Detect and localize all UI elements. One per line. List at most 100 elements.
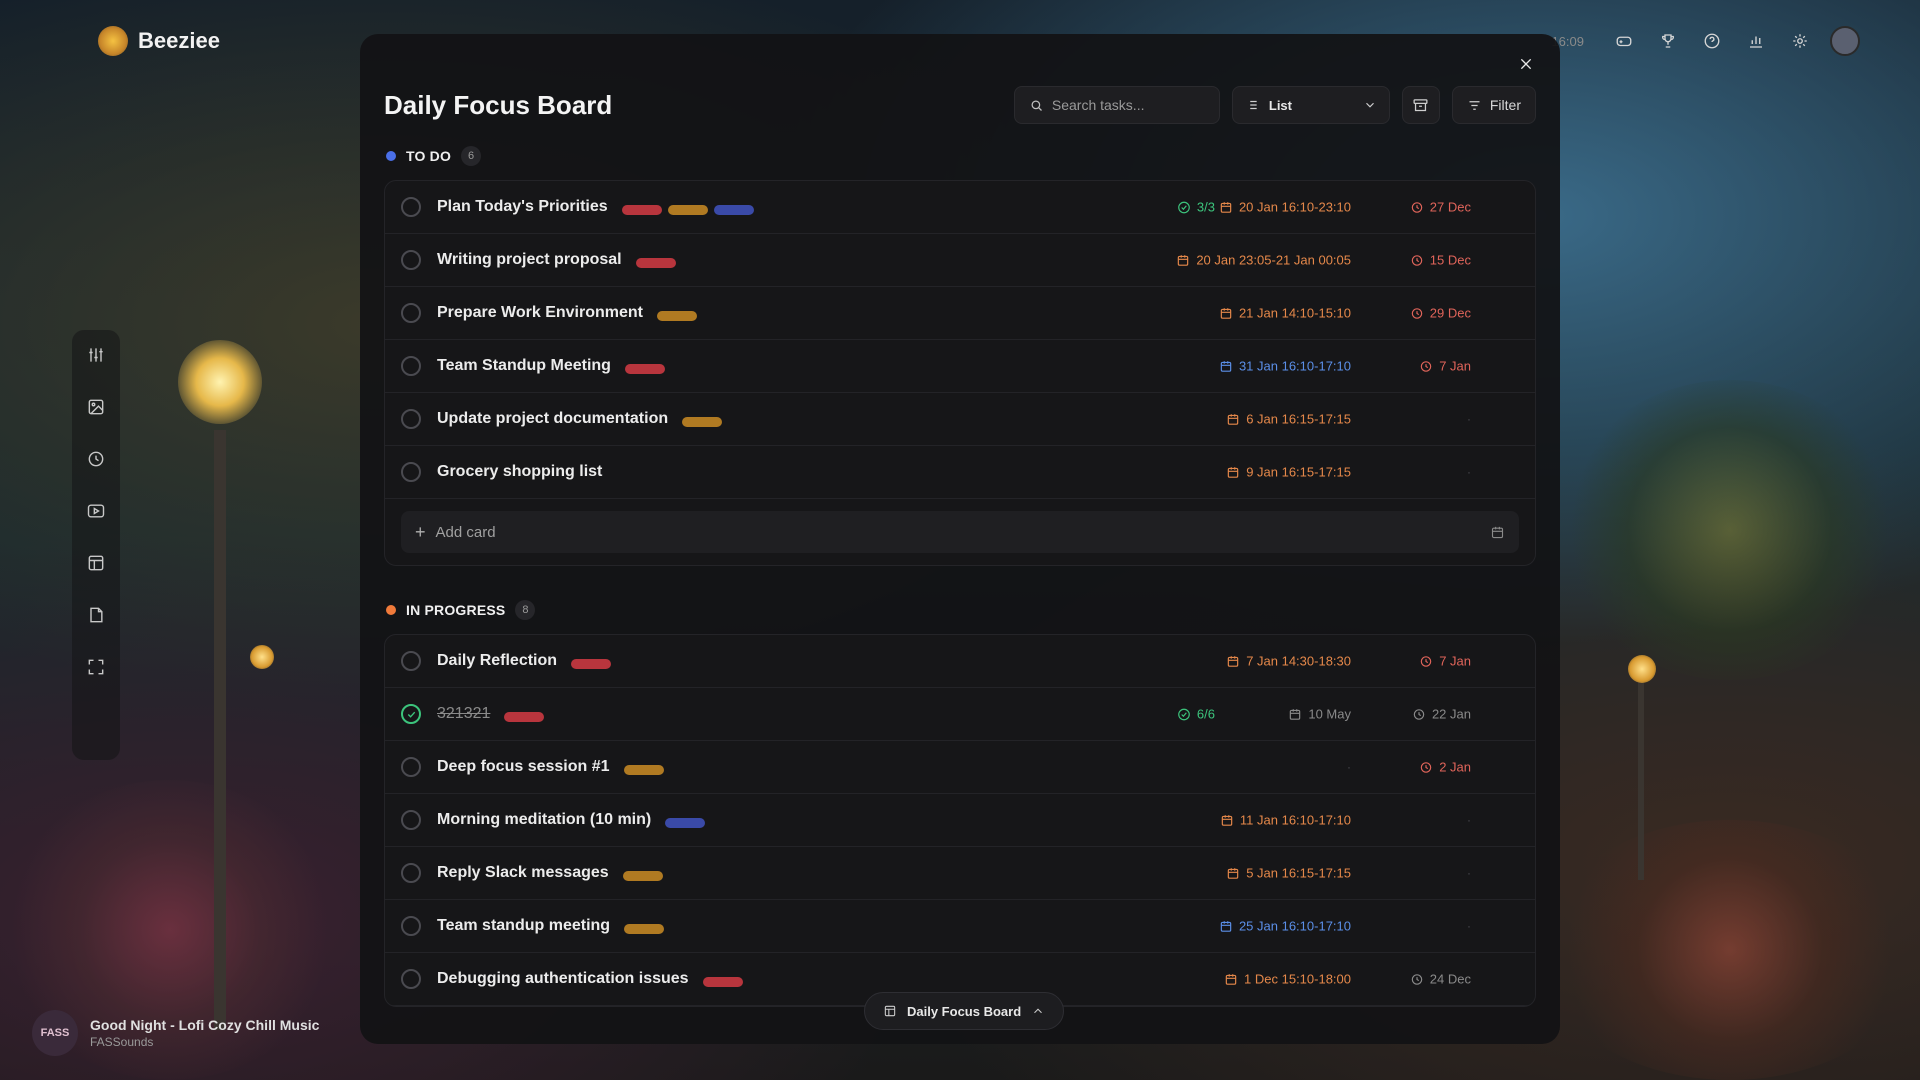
top-toolbar: 16:09 [1551,26,1860,56]
task-title: Grocery shopping list [437,463,603,480]
help-icon[interactable] [1698,27,1726,55]
task-row[interactable]: Prepare Work Environment 21 Jan 14:10-15:… [385,287,1535,340]
tag-red[interactable] [504,712,545,722]
calendar-icon [1290,708,1301,720]
task-schedule[interactable]: 1 Dec 15:10-18:00 [1224,972,1351,987]
task-schedule[interactable]: 20 Jan 16:10-23:10 [1219,200,1351,215]
brand[interactable]: Beeziee [98,26,220,56]
tag-red[interactable] [702,977,743,987]
background-lamp-post [1638,680,1644,880]
tag-amber[interactable] [656,311,697,321]
task-due-date[interactable]: 29 Dec [1410,306,1471,321]
task-row[interactable]: Plan Today's Priorities 3/3 20 Jan 16:10-2… [385,181,1535,234]
task-title: Update project documentation [437,410,669,427]
tag-red[interactable] [571,659,612,669]
gear-icon[interactable] [1786,27,1814,55]
task-due-date[interactable]: 7 Jan [1419,654,1471,669]
task-schedule[interactable]: 21 Jan 14:10-15:10 [1219,306,1351,321]
task-row[interactable]: 321321 6/6 10 May 22 Jan [385,688,1535,741]
trophy-icon[interactable] [1654,27,1682,55]
task-checkbox[interactable] [401,303,421,323]
image-icon[interactable] [83,394,109,420]
task-title: Team standup meeting [437,917,611,934]
task-due-date[interactable]: 7 Jan [1419,359,1471,374]
clock-icon [1420,655,1432,667]
note-icon[interactable] [83,602,109,628]
task-checkbox[interactable] [401,969,421,989]
task-due-date[interactable]: 15 Dec [1410,253,1471,268]
task-schedule[interactable]: 9 Jan 16:15-17:15 [1226,465,1351,480]
task-checkbox[interactable] [401,863,421,883]
clock-icon [1411,973,1423,985]
task-schedule[interactable]: 25 Jan 16:10-17:10 [1219,919,1351,934]
task-checkbox[interactable] [401,810,421,830]
task-due-date[interactable]: 2 Jan [1419,760,1471,775]
add-card-button[interactable]: + Add card [401,511,1519,553]
task-schedule[interactable]: 5 Jan 16:15-17:15 [1226,866,1351,881]
filter-button[interactable]: Filter [1451,86,1536,124]
search-input[interactable]: Search tasks... [1013,86,1220,124]
task-schedule[interactable]: 10 May [1288,707,1351,722]
task-row[interactable]: Morning meditation (10 min) 11 Jan 16:10-… [385,794,1535,847]
task-row[interactable]: Daily Reflection 7 Jan 14:30-18:30 7 Jan [385,635,1535,688]
task-due-date[interactable]: 22 Jan [1412,707,1471,722]
task-checkbox[interactable] [401,651,421,671]
tag-blue[interactable] [665,818,706,828]
tag-red[interactable] [635,258,676,268]
task-checkbox[interactable] [401,409,421,429]
task-row[interactable]: Update project documentation 6 Jan 16:15-… [385,393,1535,446]
task-due-date[interactable]: 27 Dec [1410,200,1471,215]
tag-red[interactable] [624,364,665,374]
task-checkbox[interactable] [401,757,421,777]
gamepad-icon[interactable] [1610,27,1638,55]
view-select[interactable]: List [1231,86,1390,124]
tag-amber[interactable] [624,924,665,934]
tag-amber[interactable] [682,417,723,427]
background-lamp-post [214,430,226,1030]
task-due-date[interactable]: 24 Dec [1410,972,1471,987]
task-row[interactable]: Deep focus session #1 · 2 Jan [385,741,1535,794]
task-schedule[interactable]: 20 Jan 23:05-21 Jan 00:05 [1176,253,1351,268]
music-player[interactable]: FASS Good Night - Lofi Cozy Chill Music … [32,1010,319,1056]
clock-icon [1420,761,1432,773]
task-title: Debugging authentication issues [437,970,689,987]
chevron-up-icon [1034,1008,1043,1014]
task-checkbox[interactable] [401,462,421,482]
task-row[interactable]: Grocery shopping list 9 Jan 16:15-17:15 · [385,446,1535,499]
task-row[interactable]: Writing project proposal 20 Jan 23:05-21 … [385,234,1535,287]
calendar-icon [1227,466,1239,478]
task-checkbox[interactable] [401,197,421,217]
calendar-icon [1220,201,1232,213]
board-icon[interactable] [83,550,109,576]
task-schedule[interactable]: 7 Jan 14:30-18:30 [1226,654,1351,669]
close-button[interactable] [1514,52,1538,76]
tag-blue[interactable] [713,205,754,215]
task-checkbox[interactable] [401,704,421,724]
task-row[interactable]: Reply Slack messages 5 Jan 16:15-17:15 · [385,847,1535,900]
sliders-icon[interactable] [83,342,109,368]
task-checkbox[interactable] [401,916,421,936]
task-checkbox[interactable] [401,250,421,270]
subtask-check-icon [1178,201,1190,213]
avatar[interactable] [1830,26,1860,56]
video-icon[interactable] [83,498,109,524]
calendar-icon [1227,655,1239,667]
fullscreen-icon[interactable] [83,654,109,680]
calendar-icon [1178,254,1189,266]
tag-red[interactable] [621,205,662,215]
task-schedule[interactable]: 31 Jan 16:10-17:10 [1219,359,1351,374]
tag-amber[interactable] [623,765,664,775]
tag-amber[interactable] [667,205,708,215]
tag-amber[interactable] [622,871,663,881]
archive-button[interactable] [1401,86,1440,124]
clock-icon[interactable] [83,446,109,472]
task-checkbox[interactable] [401,356,421,376]
task-row[interactable]: Team Standup Meeting 31 Jan 16:10-17:10 7 … [385,340,1535,393]
task-schedule[interactable]: 11 Jan 16:10-17:10 [1220,813,1351,828]
task-row[interactable]: Team standup meeting 25 Jan 16:10-17:10 · [385,900,1535,953]
section-header-in-progress[interactable]: IN PROGRESS 8 [386,600,536,620]
section-header-todo[interactable]: TO DO 6 [386,146,482,166]
stats-icon[interactable] [1742,27,1770,55]
board-switcher[interactable]: Daily Focus Board [864,992,1065,1030]
task-schedule[interactable]: 6 Jan 16:15-17:15 [1226,412,1351,427]
